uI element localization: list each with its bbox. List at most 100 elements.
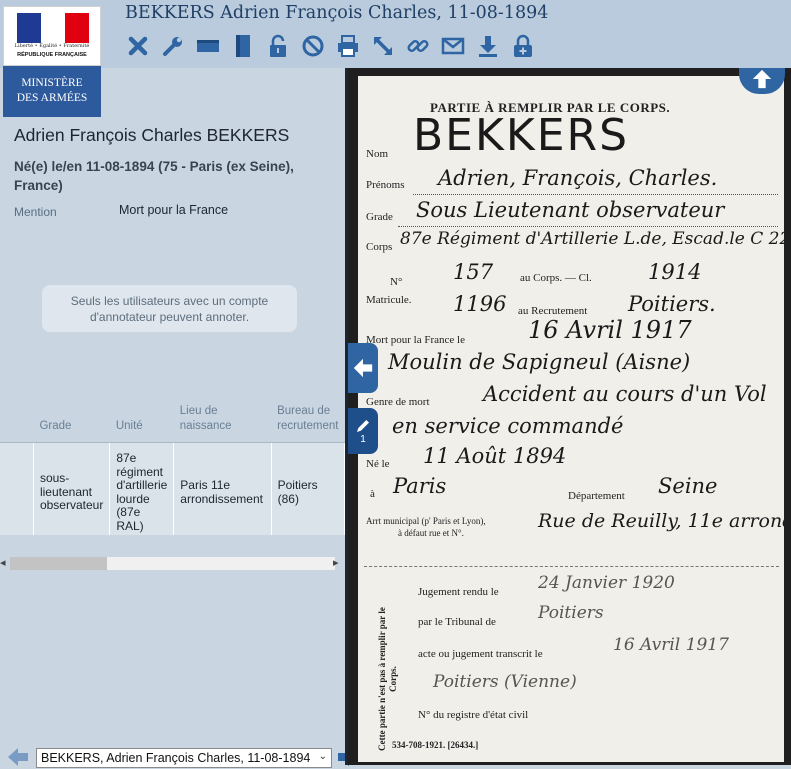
forbidden-icon[interactable] — [299, 32, 326, 59]
collapse-panel-button[interactable] — [348, 343, 378, 393]
record-select[interactable]: BEKKERS, Adrien François Charles, 11-08-… — [36, 748, 332, 768]
page-title: BEKKERS Adrien François Charles, 11-08-1… — [125, 3, 549, 23]
table-header-row: Grade Unité Lieu de naissance Bureau de … — [0, 393, 345, 443]
doc-registre-label: N° du registre d'état civil — [418, 709, 529, 721]
logo-motto: Liberté • Égalité • Fraternité — [14, 43, 90, 49]
annotations-tab[interactable]: 1 — [348, 408, 378, 454]
column-header-unite[interactable]: Unité — [109, 393, 174, 443]
previous-record-icon[interactable] — [6, 745, 30, 769]
logo-republic: RÉPUBLIQUE FRANÇAISE — [17, 52, 87, 58]
flag-white — [41, 13, 65, 43]
doc-departement: Seine — [658, 474, 718, 498]
doc-arrondissement-label-1: Arrt municipal (p' Paris et Lyon), — [366, 516, 486, 526]
doc-classe: 1914 — [648, 260, 702, 284]
doc-matricule-label-2: Matricule. — [366, 294, 412, 306]
doc-jugement-date: 24 Janvier 1920 — [538, 573, 675, 593]
doc-matricule-corps: 157 — [453, 260, 494, 284]
column-header-lieu-naissance[interactable]: Lieu de naissance — [173, 393, 272, 443]
record-select-value: BEKKERS, Adrien François Charles, 11-08-… — [41, 751, 311, 765]
doc-lieu-deces: Moulin de Sapigneul (Aisne) — [388, 350, 691, 374]
annotation-notice: Seuls les utilisateurs avec un compte d'… — [42, 285, 297, 332]
doc-corps-label: Corps — [366, 241, 393, 253]
doc-side-note: Cette partie n'est pas à remplir par le … — [377, 607, 398, 751]
doc-arrondissement: Rue de Reuilly, 11e arrond.t — [538, 510, 784, 532]
doc-genre-2: en service commandé — [392, 414, 624, 438]
wrench-icon[interactable] — [159, 32, 186, 59]
doc-nom-label: Nom — [366, 148, 388, 160]
download-icon[interactable] — [474, 32, 501, 59]
doc-ne-label: Né le — [366, 458, 390, 470]
table-cell-lieu-naissance: Paris 11e arrondissement — [173, 442, 272, 535]
annotation-count: 1 — [360, 433, 366, 445]
scroll-left-icon[interactable]: ◂ — [0, 556, 6, 569]
doc-arrondissement-label-2: à défaut rue et N°. — [398, 528, 464, 538]
doc-tribunal-label: par le Tribunal de — [418, 616, 496, 628]
republic-logo: Liberté • Égalité • Fraternité RÉPUBLIQU… — [3, 6, 101, 66]
print-icon[interactable] — [334, 32, 361, 59]
chevron-down-icon: ⌄ — [318, 751, 327, 762]
doc-footer: 534-708-1921. [26434.] — [392, 740, 479, 750]
table-cell — [0, 442, 34, 535]
pencil-icon — [357, 419, 369, 432]
doc-ne-date: 11 Août 1894 — [423, 444, 567, 468]
doc-separator — [364, 566, 779, 567]
top-bar: BEKKERS Adrien François Charles, 11-08-1… — [0, 0, 791, 68]
column-header[interactable] — [0, 393, 34, 443]
flag-blue — [17, 13, 41, 43]
horizontal-scrollbar[interactable]: ◂ ▸ — [0, 555, 345, 572]
doc-a-label: à — [370, 488, 375, 500]
mention-value: Mort pour la France — [119, 203, 229, 217]
vertical-panel-icon[interactable] — [229, 32, 256, 59]
close-icon[interactable] — [124, 32, 151, 59]
doc-recrutement: Poitiers. — [628, 292, 716, 316]
column-header-grade[interactable]: Grade — [33, 393, 110, 443]
doc-genre-label: Genre de mort — [366, 396, 430, 408]
arrow-up-icon — [752, 69, 772, 89]
dotted-line — [413, 193, 778, 195]
doc-ne-lieu: Paris — [393, 474, 447, 498]
lock-plus-icon[interactable] — [509, 32, 536, 59]
document-viewer[interactable]: PARTIE À REMPLIR PAR LE CORPS. Nom BEKKE… — [348, 68, 791, 765]
mail-icon[interactable] — [439, 32, 466, 59]
doc-grade: Sous Lieutenant observateur — [416, 198, 725, 222]
doc-au-corps-label: au Corps. — Cl. — [520, 272, 592, 284]
arrow-left-icon — [353, 358, 373, 378]
doc-transcrit-date: 16 Avril 1917 — [613, 635, 729, 655]
toolbar — [124, 32, 536, 59]
flag-red — [65, 13, 89, 43]
record-navigation: BEKKERS, Adrien François Charles, 11-08-… — [0, 737, 358, 768]
record-details-panel: Adrien François Charles BEKKERS Né(e) le… — [0, 68, 345, 765]
doc-mort-date: 16 Avril 1917 — [528, 316, 692, 344]
doc-transcrit-lieu: Poitiers (Vienne) — [433, 672, 577, 692]
doc-tribunal: Poitiers — [538, 603, 604, 623]
ministry-line-2: DES ARMÉES — [16, 92, 88, 104]
table-row[interactable]: sous-lieutenant observateur 87e régiment… — [0, 442, 345, 535]
ministry-line-1: MINISTÈRE — [21, 77, 83, 89]
mention-label: Mention — [14, 205, 57, 219]
doc-grade-label: Grade — [366, 211, 393, 223]
doc-departement-label: Département — [568, 490, 625, 502]
ministry-logo[interactable]: Liberté • Égalité • Fraternité RÉPUBLIQU… — [3, 6, 101, 117]
expand-icon[interactable] — [369, 32, 396, 59]
scroll-right-icon[interactable]: ▸ — [333, 556, 339, 569]
table-cell-bureau-recrutement: Poitiers (86) — [271, 442, 345, 535]
doc-prenoms-label: Prénoms — [366, 179, 405, 191]
doc-genre-1: Accident au cours d'un Vol — [483, 382, 767, 406]
record-table: Grade Unité Lieu de naissance Bureau de … — [0, 393, 345, 535]
link-icon[interactable] — [404, 32, 431, 59]
doc-prenoms: Adrien, François, Charles. — [438, 166, 718, 190]
doc-jugement-label: Jugement rendu le — [418, 586, 499, 598]
doc-matricule-label-1: N° — [390, 276, 403, 288]
lock-icon[interactable] — [264, 32, 291, 59]
table-cell-grade: sous-lieutenant observateur — [33, 442, 111, 535]
doc-corps: 87e Régiment d'Artillerie L.de, Escad.le… — [400, 229, 784, 249]
scrollbar-thumb[interactable] — [10, 557, 107, 570]
ministry-name: MINISTÈRE DES ARMÉES — [3, 66, 101, 117]
column-header-bureau-recrutement[interactable]: Bureau de recrutement — [271, 393, 345, 443]
horizontal-panel-icon[interactable] — [194, 32, 221, 59]
dotted-line — [398, 225, 778, 227]
doc-matricule-recrutement: 1196 — [453, 292, 507, 316]
table-cell-unite: 87e régiment d'artillerie lourde (87e RA… — [109, 442, 175, 535]
doc-mort-label: Mort pour la France le — [366, 334, 465, 346]
birth-info: Né(e) le/en 11-08-1894 (75 - Paris (ex S… — [14, 159, 294, 193]
